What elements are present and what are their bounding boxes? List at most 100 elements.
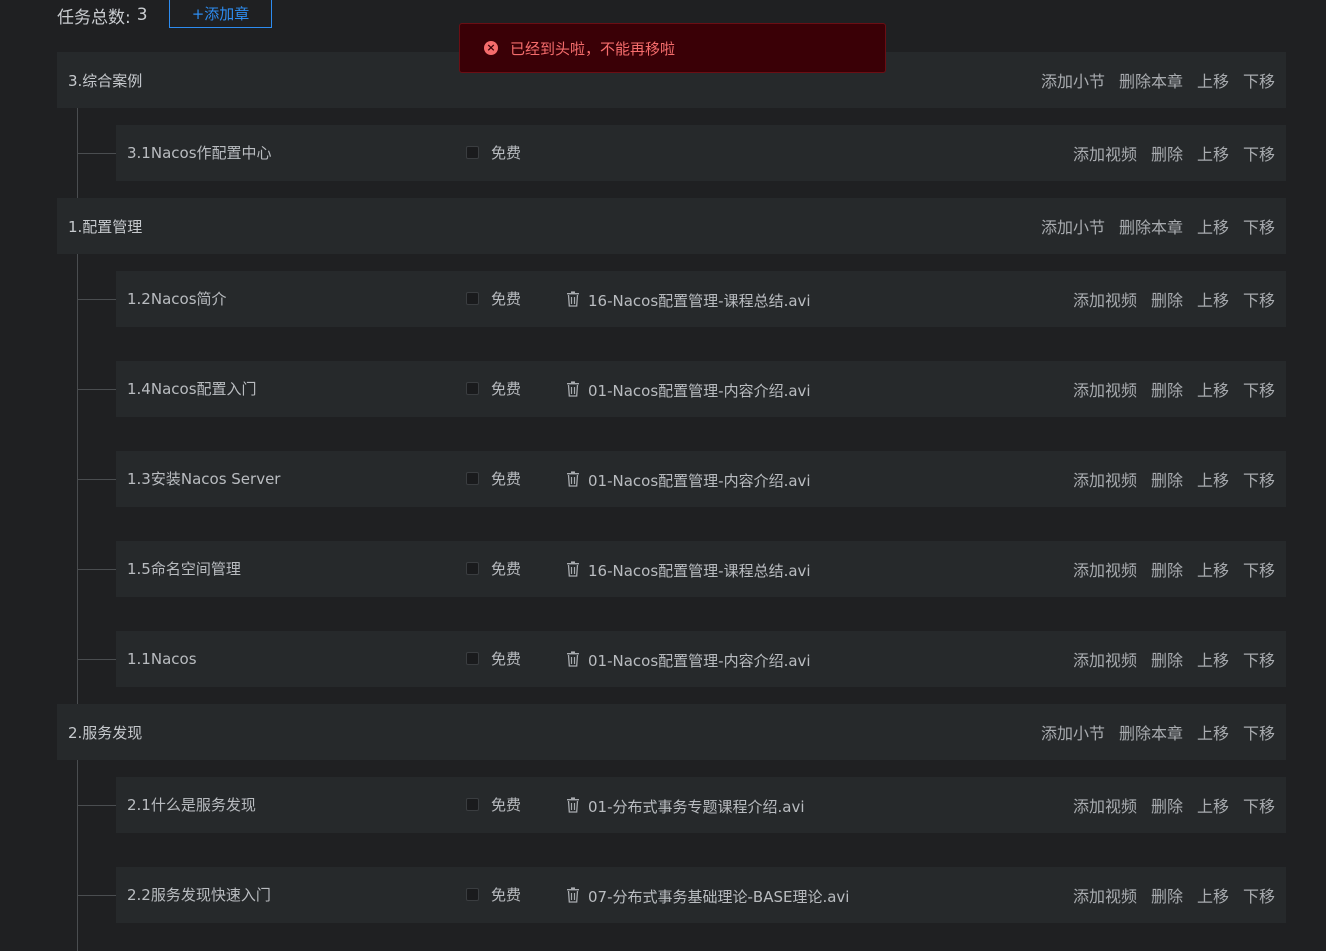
move-down-button[interactable]: 下移 <box>1243 68 1275 92</box>
move-up-button[interactable]: 上移 <box>1197 141 1229 165</box>
error-toast: × 已经到头啦，不能再移啦 <box>459 23 886 73</box>
chapter-actions: 添加小节 删除本章 上移 下移 <box>1027 52 1275 108</box>
move-down-button[interactable]: 下移 <box>1243 557 1275 581</box>
add-video-button[interactable]: 添加视频 <box>1073 647 1137 671</box>
move-up-button[interactable]: 上移 <box>1197 557 1229 581</box>
free-label: 免费 <box>491 560 522 578</box>
section-actions: 添加视频 删除 上移 下移 <box>1059 125 1275 181</box>
section-title: 2.2服务发现快速入门 <box>127 886 271 904</box>
move-down-button[interactable]: 下移 <box>1243 793 1275 817</box>
section-row: 1.2Nacos简介 免费 16-Nacos配置管理-课程总结.avi 添加视频 删除上… <box>116 271 1286 327</box>
delete-section-button[interactable]: 删除 <box>1151 557 1183 581</box>
video-filename: 16-Nacos配置管理-课程总结.avi <box>588 562 811 580</box>
move-up-button[interactable]: 上移 <box>1197 720 1229 744</box>
section-actions: 添加视频 删除 上移 下移 <box>1059 867 1275 923</box>
delete-section-button[interactable]: 删除 <box>1151 377 1183 401</box>
section-title: 1.5命名空间管理 <box>127 560 241 578</box>
trash-icon[interactable] <box>566 797 580 813</box>
free-checkbox[interactable] <box>466 146 479 159</box>
move-down-button[interactable]: 下移 <box>1243 883 1275 907</box>
section-row: 1.4Nacos配置入门 免费 01-Nacos配置管理-内容介绍.avi 添加视频删… <box>116 361 1286 417</box>
video-filename: 01-Nacos配置管理-内容介绍.avi <box>588 652 811 670</box>
move-down-button[interactable]: 下移 <box>1243 287 1275 311</box>
video-filename: 01-Nacos配置管理-内容介绍.avi <box>588 382 811 400</box>
delete-section-button[interactable]: 删除 <box>1151 141 1183 165</box>
move-up-button[interactable]: 上移 <box>1197 793 1229 817</box>
delete-section-button[interactable]: 删除 <box>1151 287 1183 311</box>
move-up-button[interactable]: 上移 <box>1197 377 1229 401</box>
move-up-button[interactable]: 上移 <box>1197 883 1229 907</box>
add-video-button[interactable]: 添加视频 <box>1073 883 1137 907</box>
section-title: 1.1Nacos <box>127 650 197 668</box>
section-row: 1.1Nacos 免费 01-Nacos配置管理-内容介绍.avi 添加视频 删除 上移下… <box>116 631 1286 687</box>
video-filename: 01-Nacos配置管理-内容介绍.avi <box>588 472 811 490</box>
chapter-actions: 添加小节 删除本章 上移 下移 <box>1027 704 1275 760</box>
tree-connector <box>78 153 116 154</box>
trash-icon[interactable] <box>566 471 580 487</box>
error-circle-icon: × <box>484 41 498 55</box>
move-down-button[interactable]: 下移 <box>1243 647 1275 671</box>
section-title: 1.4Nacos配置入门 <box>127 380 257 398</box>
tree-connector <box>78 895 116 896</box>
section-row: 3.1Nacos作配置中心 免费 添加视频 删除 上移 下移 <box>116 125 1286 181</box>
section-actions: 添加视频 删除 上移 下移 <box>1059 271 1275 327</box>
move-down-button[interactable]: 下移 <box>1243 720 1275 744</box>
free-checkbox[interactable] <box>466 292 479 305</box>
free-label: 免费 <box>491 144 522 162</box>
move-up-button[interactable]: 上移 <box>1197 214 1229 238</box>
section-row: 2.2服务发现快速入门 免费 07-分布式事务基础理论-BASE理论.avi 添加视频… <box>116 867 1286 923</box>
toast-message: 已经到头啦，不能再移啦 <box>510 39 676 58</box>
tree-connector <box>78 805 116 806</box>
move-up-button[interactable]: 上移 <box>1197 68 1229 92</box>
video-filename: 01-分布式事务专题课程介绍.avi <box>588 798 805 816</box>
move-up-button[interactable]: 上移 <box>1197 647 1229 671</box>
free-label: 免费 <box>491 290 522 308</box>
trash-icon[interactable] <box>566 561 580 577</box>
delete-chapter-button[interactable]: 删除本章 <box>1119 214 1183 238</box>
add-section-button[interactable]: 添加小节 <box>1041 214 1105 238</box>
delete-chapter-button[interactable]: 删除本章 <box>1119 68 1183 92</box>
free-checkbox[interactable] <box>466 798 479 811</box>
free-label: 免费 <box>491 796 522 814</box>
chapter-row: 2.服务发现 添加小节 删除本章 上移 下移 <box>57 704 1286 760</box>
free-checkbox[interactable] <box>466 382 479 395</box>
move-down-button[interactable]: 下移 <box>1243 377 1275 401</box>
move-down-button[interactable]: 下移 <box>1243 467 1275 491</box>
delete-section-button[interactable]: 删除 <box>1151 793 1183 817</box>
add-video-button[interactable]: 添加视频 <box>1073 793 1137 817</box>
trash-icon[interactable] <box>566 291 580 307</box>
move-up-button[interactable]: 上移 <box>1197 287 1229 311</box>
add-section-button[interactable]: 添加小节 <box>1041 720 1105 744</box>
course-outline-page: 任务总数: 3 +添加章 × 已经到头啦，不能再移啦 3.综合案例 添加小节 删除本… <box>0 0 1326 951</box>
move-down-button[interactable]: 下移 <box>1243 214 1275 238</box>
delete-chapter-button[interactable]: 删除本章 <box>1119 720 1183 744</box>
add-section-button[interactable]: 添加小节 <box>1041 68 1105 92</box>
tree-connector <box>78 389 116 390</box>
delete-section-button[interactable]: 删除 <box>1151 647 1183 671</box>
section-actions: 添加视频 删除 上移 下移 <box>1059 777 1275 833</box>
trash-icon[interactable] <box>566 887 580 903</box>
add-video-button[interactable]: 添加视频 <box>1073 141 1137 165</box>
section-title: 3.1Nacos作配置中心 <box>127 144 272 162</box>
trash-icon[interactable] <box>566 651 580 667</box>
section-title: 1.3安装Nacos Server <box>127 470 281 488</box>
section-row: 2.1什么是服务发现 免费 01-分布式事务专题课程介绍.avi 添加视频 删除 上移 下移 <box>116 777 1286 833</box>
free-checkbox[interactable] <box>466 888 479 901</box>
trash-icon[interactable] <box>566 381 580 397</box>
free-checkbox[interactable] <box>466 472 479 485</box>
delete-section-button[interactable]: 删除 <box>1151 467 1183 491</box>
add-video-button[interactable]: 添加视频 <box>1073 287 1137 311</box>
free-label: 免费 <box>491 650 522 668</box>
free-checkbox[interactable] <box>466 562 479 575</box>
section-row: 1.5命名空间管理 免费 16-Nacos配置管理-课程总结.avi 添加视频 删除 上移… <box>116 541 1286 597</box>
move-down-button[interactable]: 下移 <box>1243 141 1275 165</box>
free-checkbox[interactable] <box>466 652 479 665</box>
video-filename: 16-Nacos配置管理-课程总结.avi <box>588 292 811 310</box>
add-video-button[interactable]: 添加视频 <box>1073 377 1137 401</box>
add-video-button[interactable]: 添加视频 <box>1073 467 1137 491</box>
add-video-button[interactable]: 添加视频 <box>1073 557 1137 581</box>
chapter-actions: 添加小节 删除本章 上移 下移 <box>1027 198 1275 254</box>
move-up-button[interactable]: 上移 <box>1197 467 1229 491</box>
section-actions: 添加视频 删除 上移 下移 <box>1059 631 1275 687</box>
delete-section-button[interactable]: 删除 <box>1151 883 1183 907</box>
